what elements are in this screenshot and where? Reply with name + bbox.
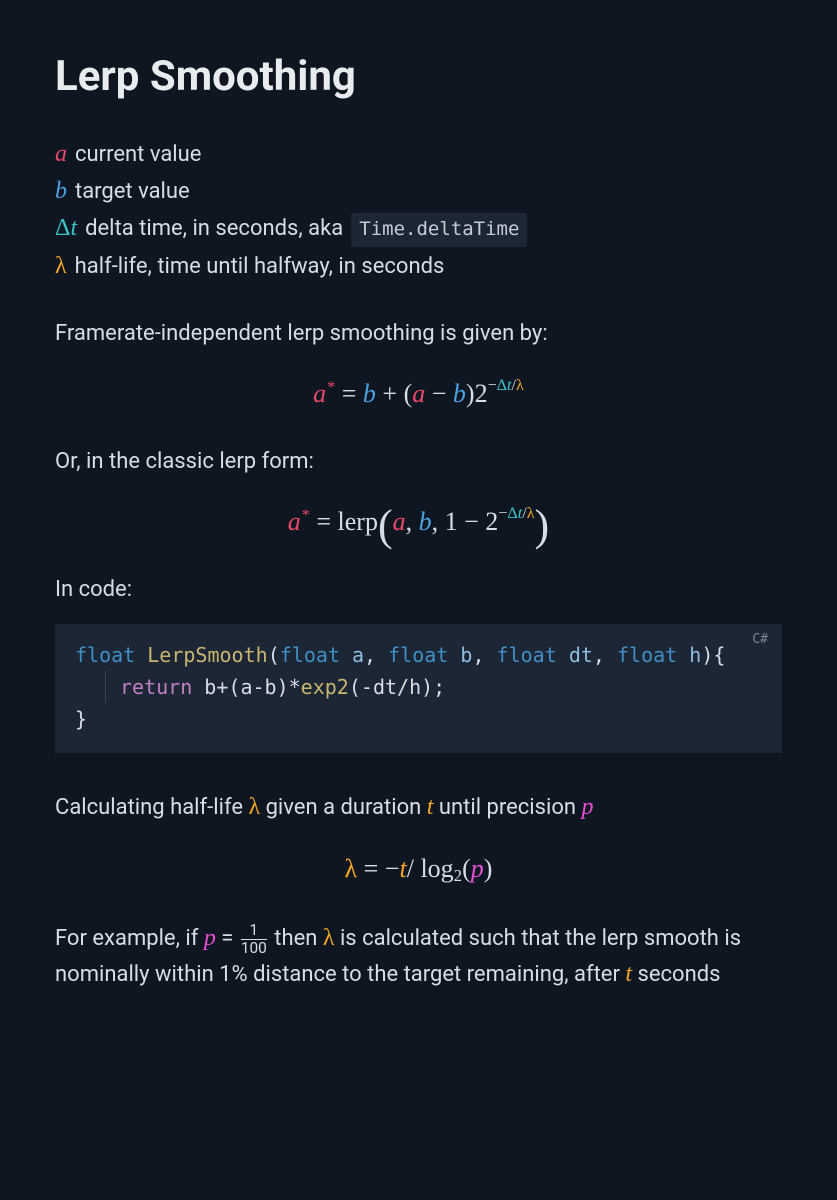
code-line-3: } (75, 703, 762, 735)
def-b-desc: target value (75, 175, 190, 209)
code-language-badge: C# (752, 630, 768, 651)
code-line-1: float LerpSmooth(float a, float b, float… (75, 639, 762, 671)
symbol-p-inline: p (582, 794, 594, 820)
example-text: For example, if p = 1100 then λ is calcu… (55, 920, 782, 992)
halflife-intro: Calculating half-life λ given a duration… (55, 789, 782, 825)
def-b: b target value (55, 173, 782, 210)
code-block: C# float LerpSmooth(float a, float b, fl… (55, 624, 782, 753)
symbol-dt: Δt (55, 210, 77, 247)
def-dt: Δt delta time, in seconds, aka Time.delt… (55, 210, 782, 247)
equation-main: a* = b + (a − b)2−Δt/λ (55, 374, 782, 413)
equation-halflife: λ = −t/ log2(p) (55, 849, 782, 889)
intro-code: In code: (55, 573, 782, 606)
symbol-a: a (55, 136, 67, 173)
page-title: Lerp Smoothing (55, 45, 782, 108)
def-lambda: λ half-life, time until halfway, in seco… (55, 248, 782, 285)
equation-lerp-form: a* = lerp(a, b, 1 − 2−Δt/λ) (55, 502, 782, 541)
symbol-lambda: λ (55, 248, 67, 285)
symbol-lambda-inline: λ (248, 794, 260, 820)
inline-code-deltatime: Time.deltaTime (351, 213, 527, 246)
fraction-1-100: 1100 (241, 923, 267, 957)
definitions-list: a current value b target value Δt delta … (55, 136, 782, 285)
def-a-desc: current value (75, 138, 201, 172)
symbol-b: b (55, 173, 67, 210)
intro-framerate: Framerate-independent lerp smoothing is … (55, 317, 782, 350)
intro-classic: Or, in the classic lerp form: (55, 445, 782, 478)
def-lambda-desc: half-life, time until halfway, in second… (75, 250, 445, 284)
def-dt-desc: delta time, in seconds, aka (85, 212, 343, 246)
code-line-2: return b+(a-b)*exp2(-dt/h); (75, 671, 762, 703)
def-a: a current value (55, 136, 782, 173)
